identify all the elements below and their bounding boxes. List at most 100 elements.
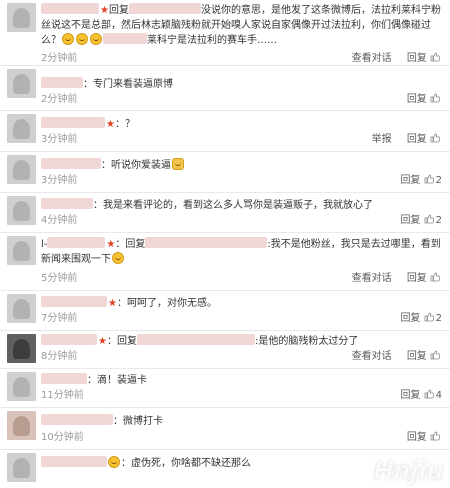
commenter-avatar[interactable] <box>7 294 36 323</box>
comment-time: 3分钟前 <box>41 175 78 186</box>
reply-link[interactable]: 回复 <box>407 94 427 105</box>
comment-text-tail: 莱科宁是法拉利的赛车手…… <box>147 35 277 46</box>
comment-actions: 查看对话 回复 <box>340 272 442 286</box>
reply-link[interactable]: 回复 <box>407 273 427 284</box>
redacted-mention[interactable] <box>103 33 147 44</box>
commenter-avatar[interactable] <box>7 196 36 225</box>
comment-body: ★回复 没说你的意思，是他发了这条微博后，法拉利莱科宁粉丝说这不是总部，然后林志颖… <box>41 3 444 48</box>
comment-actions: 回复 2 <box>388 214 442 228</box>
reply-link[interactable]: 回复 <box>407 134 427 145</box>
redacted-username[interactable] <box>41 3 99 14</box>
comment-time: 10分钟前 <box>41 432 84 443</box>
comment-time: 5分钟前 <box>41 273 78 284</box>
commenter-avatar[interactable] <box>7 372 36 401</box>
thumb-up-icon[interactable] <box>430 93 440 103</box>
redacted-reply-target[interactable] <box>128 3 201 14</box>
emoji-icon <box>62 33 74 45</box>
redacted-username[interactable] <box>41 414 113 425</box>
comment-text: 我是来看评论的，看到这么多人骂你是装逼贩子，我就放心了 <box>103 200 373 211</box>
comment-text: 专门来看装逼原博 <box>93 79 173 90</box>
emoji-icon <box>108 456 120 468</box>
view-conversation-link[interactable]: 查看对话 <box>352 351 392 362</box>
redacted-username[interactable] <box>41 198 93 209</box>
redacted-reply-target[interactable] <box>145 237 268 248</box>
comment-body: ：滴！装逼卡 <box>41 373 444 388</box>
comment-meta: 10分钟前 回复 <box>41 431 442 445</box>
thumb-up-icon[interactable] <box>430 431 440 441</box>
comment-body: ★：？ <box>41 117 444 132</box>
commenter-avatar[interactable] <box>7 334 36 363</box>
commenter-avatar[interactable] <box>7 236 36 265</box>
like-count: 2 <box>435 175 442 186</box>
commenter-avatar[interactable] <box>7 155 36 184</box>
comment-body: ★：呵呵了，对你无感。 <box>41 296 444 311</box>
comment-actions: 回复 2 <box>388 312 442 326</box>
reply-link[interactable]: 回复 <box>400 215 420 226</box>
report-link[interactable]: 举报 <box>372 134 392 145</box>
comment-body: ：专门来看装逼原博 <box>41 77 444 92</box>
like-count: 2 <box>435 215 442 226</box>
redacted-username[interactable] <box>41 456 107 467</box>
comment-meta: 5分钟前 查看对话 回复 <box>41 272 442 286</box>
reply-link[interactable]: 回复 <box>400 175 420 186</box>
redacted-username[interactable] <box>41 334 97 345</box>
commenter-avatar[interactable] <box>7 3 36 32</box>
comment-item: ：专门来看装逼原博 2分钟前 回复 <box>0 66 450 111</box>
thumb-up-icon[interactable] <box>430 350 440 360</box>
comment-text: ？ <box>124 119 135 130</box>
star-icon: ★ <box>108 298 117 309</box>
comment-meta: 7分钟前 回复 2 <box>41 312 442 326</box>
view-conversation-link[interactable]: 查看对话 <box>352 53 392 64</box>
thumb-up-icon[interactable] <box>430 133 440 143</box>
comment-actions: 回复 2 <box>388 174 442 188</box>
commenter-avatar[interactable] <box>7 453 36 482</box>
comment-body: ：我是来看评论的，看到这么多人骂你是装逼贩子，我就放心了 <box>41 198 444 213</box>
comment-actions: 查看对话 回复 <box>340 52 442 66</box>
comment-time: 7分钟前 <box>41 313 78 324</box>
comment-item: ：我是来看评论的，看到这么多人骂你是装逼贩子，我就放心了 4分钟前 回复 2 <box>0 193 450 233</box>
like-count: 4 <box>435 390 442 401</box>
reply-link[interactable]: 回复 <box>407 432 427 443</box>
redacted-username[interactable] <box>41 77 83 88</box>
redacted-username[interactable] <box>41 373 87 384</box>
comment-item: ：微博打卡 10分钟前 回复 <box>0 408 450 450</box>
redacted-username[interactable] <box>41 158 101 169</box>
commenter-avatar[interactable] <box>7 69 36 98</box>
comment-item: l- ★：回复:我不是他粉丝，我只是去过哪里，看到新闻来围观一下 5分钟前 查看对… <box>0 233 450 291</box>
comment-actions: 回复 4 <box>388 389 442 403</box>
reply-link[interactable]: 回复 <box>407 53 427 64</box>
comment-time: 2分钟前 <box>41 53 78 64</box>
comment-time: 3分钟前 <box>41 134 78 145</box>
comment-meta: 3分钟前 举报 回复 <box>41 133 442 147</box>
like-count: 2 <box>435 313 442 324</box>
site-watermark: Hnjiu <box>374 455 444 485</box>
thumb-up-icon[interactable] <box>430 272 440 282</box>
redacted-reply-target[interactable] <box>136 334 255 345</box>
commenter-avatar[interactable] <box>7 114 36 143</box>
comment-text: 听说你爱装逼 <box>111 160 171 171</box>
view-conversation-link[interactable]: 查看对话 <box>352 273 392 284</box>
star-icon: ★ <box>98 336 107 347</box>
reply-link[interactable]: 回复 <box>407 351 427 362</box>
redacted-username[interactable] <box>41 117 105 128</box>
thumb-up-icon[interactable] <box>430 52 440 62</box>
comment-time: 4分钟前 <box>41 215 78 226</box>
thumb-up-icon[interactable] <box>424 389 434 399</box>
thumb-up-icon[interactable] <box>424 312 434 322</box>
comment-meta: 8分钟前 查看对话 回复 <box>41 350 442 364</box>
comment-text: 虚伪死，你啥都不缺还那么 <box>131 458 251 469</box>
redacted-username[interactable] <box>41 296 107 307</box>
thumb-up-icon[interactable] <box>424 214 434 224</box>
reply-link[interactable]: 回复 <box>400 313 420 324</box>
commenter-avatar[interactable] <box>7 411 36 440</box>
comment-item: ★：回复:是他的脑残粉太过分了 8分钟前 查看对话 回复 <box>0 331 450 369</box>
thumb-up-icon[interactable] <box>424 174 434 184</box>
comment-text: 滴！装逼卡 <box>97 375 147 386</box>
comment-item: ：滴！装逼卡 11分钟前 回复 4 <box>0 369 450 408</box>
emoji-icon <box>90 33 102 45</box>
redacted-username[interactable] <box>47 237 106 248</box>
cat-emoji-icon <box>172 158 184 170</box>
comment-actions: 查看对话 回复 <box>340 350 442 364</box>
comment-text: 回复 <box>125 239 146 250</box>
reply-link[interactable]: 回复 <box>400 390 420 401</box>
